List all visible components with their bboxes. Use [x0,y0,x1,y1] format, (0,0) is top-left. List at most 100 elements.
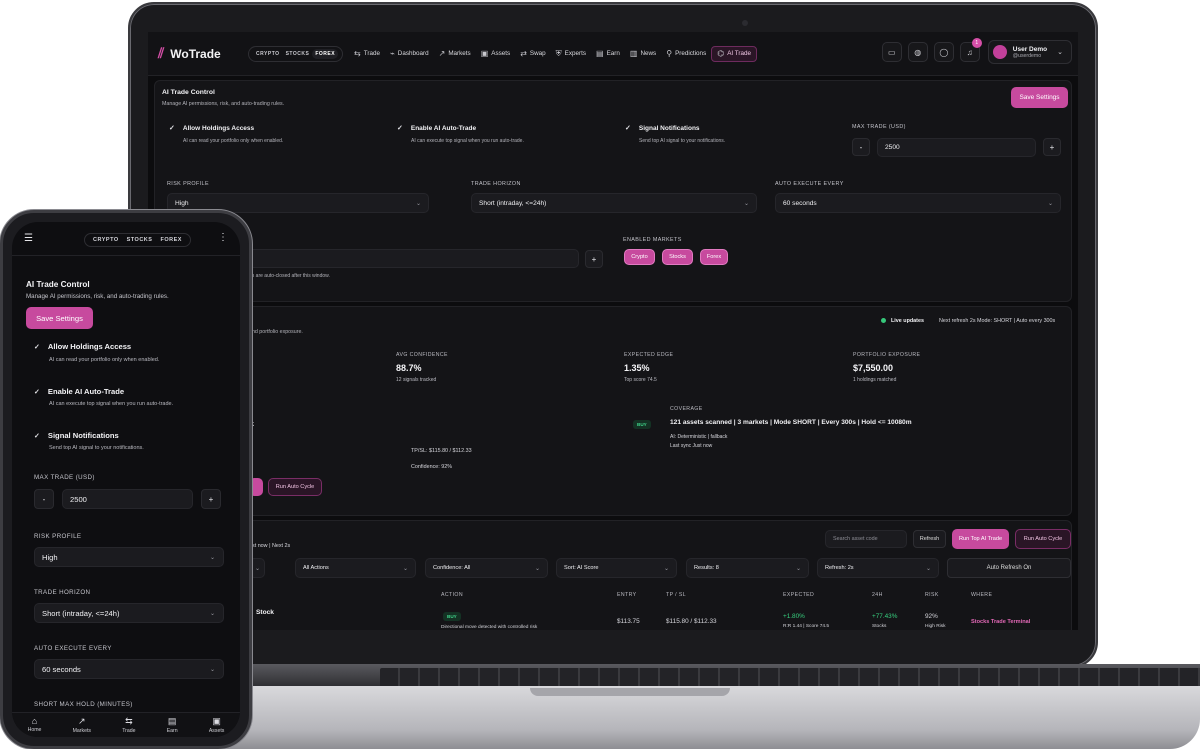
auto-execute-select[interactable]: 60 seconds ⌄ [34,659,224,679]
camera [742,20,748,26]
market-tab-stocks[interactable]: STOCKS [283,49,313,59]
live-dot [881,318,886,324]
language-globe-icon[interactable]: ◍ [907,42,928,62]
search-asset-input[interactable]: Search asset code [825,530,907,548]
tab-label: Earn [166,728,178,734]
row-where-link[interactable]: Stocks Trade Terminal [971,619,1030,625]
short-max-hold-label: SHORT MAX HOLD (MINUTES) [34,701,133,708]
run-auto-cycle-button[interactable]: Run Auto Cycle [268,478,322,496]
trade-horizon-select[interactable]: Short (intraday, <=24h) ⌄ [471,193,757,213]
column-header: 24H [872,592,883,598]
run-top-ai-trade-button[interactable]: Run Top AI Trade [952,529,1009,549]
increment-button[interactable]: + [201,489,221,509]
top-signal-confidence: Confidence: 92% [411,464,453,470]
auto-refresh-toggle[interactable]: Auto Refresh On [947,558,1071,578]
filter-results[interactable]: Results: 8 ⌄ [686,558,809,578]
trade-horizon-select[interactable]: Short (intraday, <=24h) ⌄ [34,603,224,623]
max-trade-label: MAX TRADE (USD) [34,474,95,481]
chat-icon[interactable]: ◯ [933,42,954,62]
toggle-auto-trade[interactable]: ✓ Enable AI Auto-Trade [397,124,476,132]
panel-title: AI Trade Control [162,89,215,96]
market-pill-forex[interactable]: Forex [700,249,728,265]
stat-label: PORTFOLIO EXPOSURE [853,352,921,358]
decrement-button[interactable]: - [852,138,870,156]
signals-status: ust now | Next 2s [249,543,291,549]
stat-label: AVG CONFIDENCE [396,352,448,358]
market-pill-stocks[interactable]: Stocks [662,249,693,265]
tab-label: Home [27,727,42,733]
nav-news[interactable]: ▥ News [625,46,661,62]
filter-value: Refresh: 2s [825,565,854,571]
tab-earn[interactable]: ▤ Earn [167,713,178,737]
max-trade-input[interactable]: 2500 [877,138,1036,157]
toggle-signal-notifications[interactable]: ✓ Signal Notifications [34,431,119,440]
market-pill-crypto[interactable]: Crypto [624,249,655,265]
refresh-button[interactable]: Refresh [913,530,946,548]
tab-home[interactable]: ⌂ Home [28,713,42,737]
max-trade-label: MAX TRADE (USD) [852,124,906,130]
document-icon[interactable]: ▭ [881,42,902,62]
run-auto-cycle-button[interactable]: Run Auto Cycle [1015,529,1071,549]
increment-button[interactable]: + [1043,138,1061,156]
filter-confidence[interactable]: Confidence: All ⌄ [425,558,548,578]
decrement-button[interactable]: - [34,489,54,509]
tab-label: Assets [208,728,225,734]
nav-swap[interactable]: ⇄ Swap [515,46,550,62]
user-info: User Demo @userdemo [1013,46,1047,59]
chevron-down-icon: ⌄ [663,565,669,572]
stat-value: $7,550.00 [853,363,894,373]
toggle-desc: Send top AI signal to your notifications… [639,138,726,144]
tab-markets[interactable]: ↗ Markets [73,713,91,737]
trade-horizon-value: Short (intraday, <=24h) [42,608,120,618]
toggle-holdings-access[interactable]: ✓ Allow Holdings Access [169,124,254,132]
nav-ai-trade[interactable]: ⌬ AI Trade [711,45,758,62]
panel-title: AI Trade Control [26,280,90,289]
chevron-down-icon: ⌄ [209,666,215,673]
top-nav-bar: ⫽ WoTrade CRYPTO STOCKS FOREX ⇆ Trade ⌁ Da… [148,32,1078,76]
toggle-signal-notifications[interactable]: ✓ Signal Notifications [625,124,700,132]
increment-button[interactable]: + [585,250,603,268]
save-settings-button[interactable]: Save Settings [1011,87,1068,108]
filter-sort[interactable]: Sort: AI Score ⌄ [556,558,677,578]
nav-experts[interactable]: ⛨ Experts [551,46,591,62]
nav-assets[interactable]: ▣ Assets [476,46,515,62]
nav-trade[interactable]: ⇆ Trade [349,46,385,62]
tab-assets[interactable]: ▣ Assets [209,713,225,737]
stat-value: 1.35% [624,363,650,373]
row-desc: Directional move detected with controlle… [441,625,538,630]
logo[interactable]: ⫽ WoTrade [158,45,240,62]
ai-summary-panel: and portfolio exposure. Live updates Nex… [154,306,1072,516]
market-tab-crypto[interactable]: CRYPTO [253,49,283,59]
column-header: ACTION [441,592,463,598]
laptop-screen: ⫽ WoTrade CRYPTO STOCKS FOREX ⇆ Trade ⌁ Da… [148,32,1078,630]
risk-profile-label: RISK PROFILE [167,181,209,187]
toggle-holdings-access[interactable]: ✓ Allow Holdings Access [34,342,131,351]
tab-trade[interactable]: ⇆ Trade [122,713,135,737]
user-menu[interactable]: User Demo @userdemo ⌄ [987,40,1072,64]
check-icon: ✓ [397,125,403,132]
risk-profile-select[interactable]: High ⌄ [34,547,224,567]
filter-refresh[interactable]: Refresh: 2s ⌄ [817,558,939,578]
user-name: User Demo [1012,45,1048,53]
toggle-desc: AI can read your portfolio only when ena… [183,138,284,144]
max-trade-input[interactable]: 2500 [62,489,193,509]
save-settings-button[interactable]: Save Settings [26,307,93,329]
row-tpsl: $115.80 / $112.33 [666,618,717,625]
stat-label: EXPECTED EDGE [624,352,674,358]
nav-dashboard[interactable]: ⌁ Dashboard [385,46,434,62]
market-tab-crypto[interactable]: CRYPTO [89,235,123,245]
summary-subtitle: and portfolio exposure. [249,329,303,335]
bell-icon[interactable]: ♫ 1 [959,38,982,62]
toggle-auto-trade[interactable]: ✓ Enable AI Auto-Trade [34,387,124,396]
market-tab-forex[interactable]: FOREX [312,48,339,59]
more-options-icon[interactable]: ⋮ [218,232,228,243]
nav-markets[interactable]: ↗ Markets [434,46,476,62]
filter-value: Sort: AI Score [564,565,599,571]
market-tab-stocks[interactable]: STOCKS [123,235,157,245]
auto-execute-select[interactable]: 60 seconds ⌄ [775,193,1061,213]
nav-earn[interactable]: ▤ Earn [591,46,625,62]
nav-predictions[interactable]: ⚲ Predictions [661,46,711,62]
filter-actions[interactable]: All Actions ⌄ [295,558,416,578]
market-tab-forex[interactable]: FOREX [156,235,185,245]
hamburger-menu-icon[interactable]: ☰ [24,233,33,244]
